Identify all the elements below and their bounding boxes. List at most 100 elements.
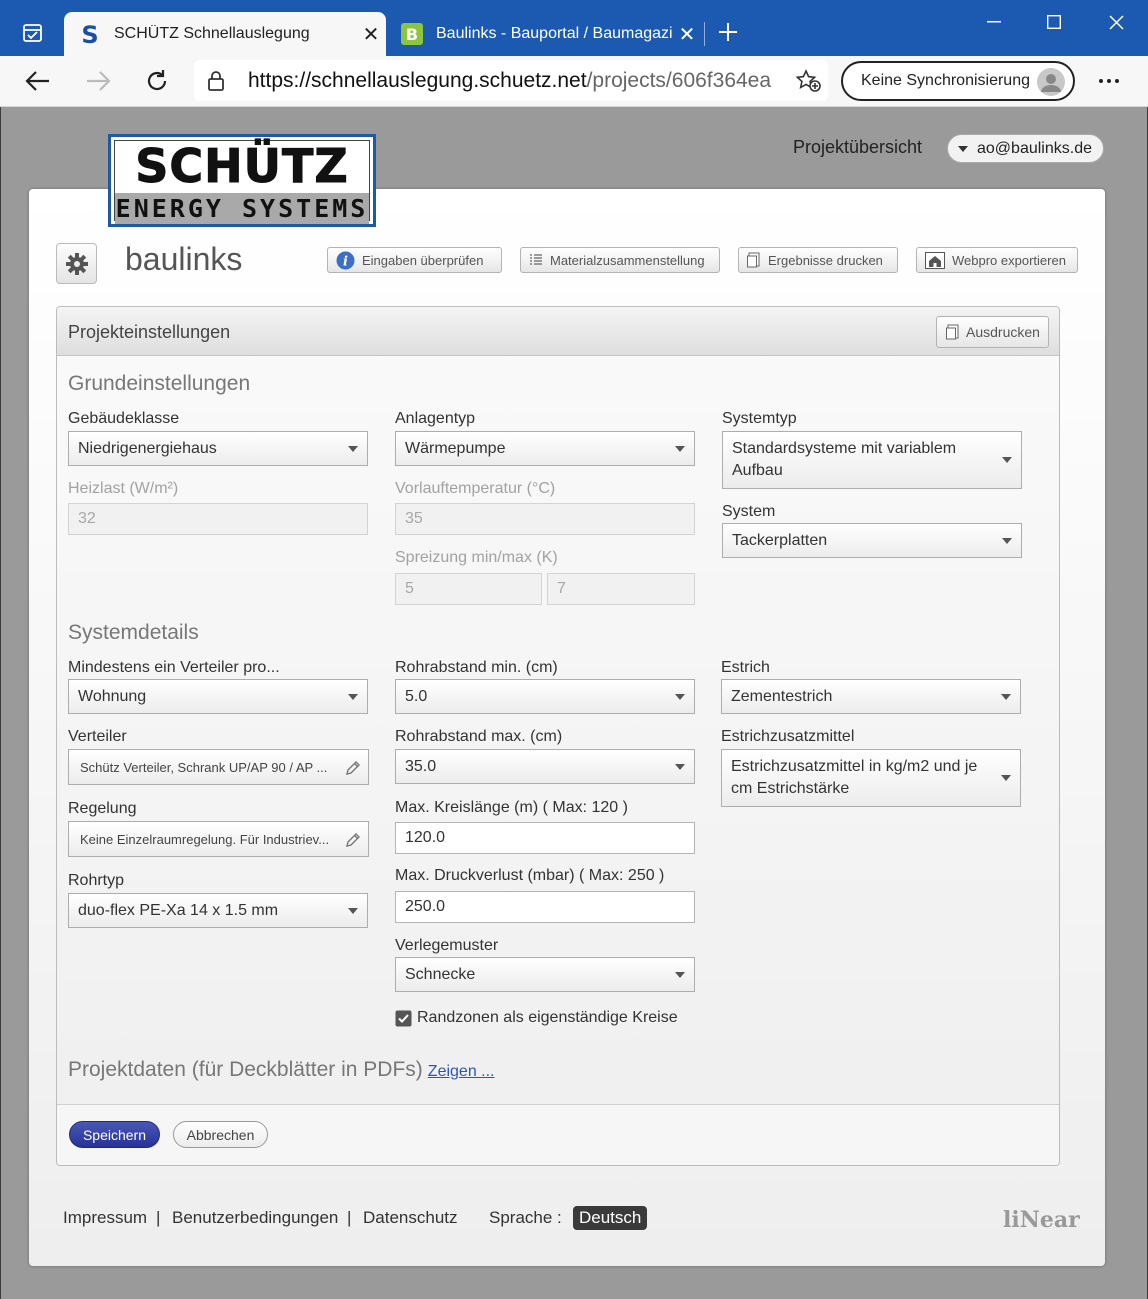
logo-subline: ENERGY SYSTEMS <box>115 193 369 224</box>
pressure-loss-label: Max. Druckverlust (mbar) ( Max: 250 ) <box>395 867 665 884</box>
pipe-type-select[interactable]: duo-flex PE-Xa 14 x 1.5 mm <box>68 893 368 928</box>
laying-pattern-select[interactable]: Schnecke <box>395 957 695 992</box>
additive-select[interactable]: Estrichzusatzmittel in kg/m2 und je cm E… <box>721 749 1021 807</box>
print-button[interactable]: Ausdrucken <box>936 316 1049 348</box>
baulinks-favicon-icon: B <box>400 22 424 46</box>
dropdown-arrow-icon <box>1002 537 1012 544</box>
footer-separator: | <box>156 1208 161 1227</box>
language-selector[interactable]: Deutsch <box>573 1206 648 1230</box>
dropdown-arrow-icon <box>348 445 358 452</box>
flow-temp-label: Vorlauftemperatur (°C) <box>395 480 556 497</box>
back-icon[interactable] <box>24 68 52 94</box>
language-label: Sprache : <box>489 1208 562 1227</box>
export-house-icon <box>925 251 945 269</box>
logo-wordmark: SCHÜTZ <box>135 139 349 193</box>
building-class-select[interactable]: Niedrigenergiehaus <box>68 431 368 466</box>
project-name: baulinks <box>125 241 243 277</box>
more-menu-icon[interactable] <box>1098 70 1120 92</box>
footer-separator: | <box>347 1208 352 1227</box>
plant-type-label: Anlagentyp <box>395 410 476 427</box>
browser-titlebar: S SCHÜTZ Schnellauslegung ✕ B Baulinks -… <box>0 0 1148 56</box>
screed-select[interactable]: Zementestrich <box>721 679 1021 714</box>
dropdown-arrow-icon <box>675 763 685 770</box>
svg-text:B: B <box>406 25 418 44</box>
project-settings-panel: Projekteinstellungen Ausdrucken Grundein… <box>56 306 1060 1166</box>
new-tab-icon[interactable] <box>716 20 740 44</box>
imprint-link[interactable]: Impressum <box>63 1208 147 1228</box>
user-menu-button[interactable]: ao@baulinks.de <box>947 134 1104 163</box>
tab-actions-icon[interactable] <box>22 22 44 44</box>
cancel-button[interactable]: Abbrechen <box>173 1121 268 1148</box>
minimize-icon[interactable] <box>974 8 1014 36</box>
control-label: Regelung <box>68 800 137 817</box>
sync-label: Keine Synchronisierung <box>861 72 1030 89</box>
distributor-label: Verteiler <box>68 728 127 745</box>
pipe-min-label: Rohrabstand min. (cm) <box>395 659 558 676</box>
dropdown-arrow-icon <box>348 693 358 700</box>
url-text: https://schnellauslegung.schuetz.net/pro… <box>248 68 772 92</box>
section-heading-project-data: Projektdaten (für Deckblätter in PDFs) <box>68 1058 423 1081</box>
edge-zones-label: Randzonen als eigenständige Kreise <box>417 1009 678 1026</box>
pipe-max-label: Rohrabstand max. (cm) <box>395 728 563 745</box>
schuetz-logo[interactable]: SCHÜTZ ENERGY SYSTEMS <box>108 134 376 227</box>
dropdown-arrow-icon <box>1001 693 1011 700</box>
gear-icon <box>65 252 88 275</box>
system-select[interactable]: Tackerplatten <box>722 523 1022 558</box>
reload-icon[interactable] <box>143 67 171 95</box>
distributor-per-label: Mindestens ein Verteiler pro... <box>68 659 280 676</box>
address-bar[interactable]: https://schnellauslegung.schuetz.net/pro… <box>194 60 828 101</box>
panel-title: Projekteinstellungen <box>68 322 231 342</box>
building-class-label: Gebäudeklasse <box>68 410 180 427</box>
settings-gear-button[interactable] <box>56 243 97 284</box>
control-picker[interactable]: Keine Einzelraumregelung. Für Industriev… <box>68 821 369 857</box>
edge-zones-checkbox-row[interactable]: Randzonen als eigenständige Kreise <box>395 1009 678 1027</box>
system-label: System <box>722 503 776 520</box>
privacy-link[interactable]: Datenschutz <box>363 1208 458 1228</box>
close-window-icon[interactable] <box>1096 8 1136 36</box>
panel-header: Projekteinstellungen Ausdrucken <box>57 307 1059 356</box>
schuetz-favicon-icon: S <box>78 22 102 46</box>
section-heading-basic: Grundeinstellungen <box>68 372 251 395</box>
close-tab-icon[interactable]: ✕ <box>672 22 702 47</box>
edge-zones-checkbox[interactable] <box>395 1010 412 1027</box>
pipe-min-select[interactable]: 5.0 <box>395 679 695 714</box>
show-project-data-link[interactable]: Zeigen ... <box>428 1063 495 1081</box>
info-icon: i <box>336 251 355 269</box>
plant-type-select[interactable]: Wärmepumpe <box>395 431 695 466</box>
dropdown-arrow-icon <box>675 445 685 452</box>
forward-icon <box>84 68 112 94</box>
project-overview-link[interactable]: Projektübersicht <box>793 137 922 158</box>
dropdown-arrow-icon <box>348 907 358 914</box>
check-inputs-button[interactable]: i Eingaben überprüfen <box>327 247 502 273</box>
lock-icon[interactable] <box>194 70 238 92</box>
save-button[interactable]: Speichern <box>69 1121 160 1148</box>
pressure-loss-input[interactable]: 250.0 <box>395 891 695 923</box>
screed-label: Estrich <box>721 659 770 676</box>
materials-button[interactable]: Materialzusammenstellung <box>520 247 720 273</box>
distributor-per-select[interactable]: Wohnung <box>68 679 368 714</box>
maximize-icon[interactable] <box>1034 8 1074 36</box>
system-type-select[interactable]: Standardsysteme mit variablem Aufbau <box>722 431 1022 489</box>
laying-pattern-label: Verlegemuster <box>395 937 499 954</box>
terms-link[interactable]: Benutzerbedingungen <box>172 1208 338 1228</box>
print-results-button[interactable]: Ergebnisse drucken <box>738 247 898 273</box>
tab-schuetz[interactable]: S SCHÜTZ Schnellauslegung ✕ <box>64 12 386 56</box>
sync-button[interactable]: Keine Synchronisierung <box>841 61 1075 101</box>
pencil-icon <box>346 833 360 847</box>
linear-logo[interactable]: liNear <box>1003 1207 1080 1233</box>
dropdown-arrow-icon <box>675 971 685 978</box>
tab-title: SCHÜTZ Schnellauslegung <box>114 25 310 42</box>
dropdown-arrow-icon <box>1001 775 1011 781</box>
tab-baulinks[interactable]: B Baulinks - Bauportal / Baumagazin ✕ <box>386 12 702 56</box>
flow-temp-input: 35 <box>395 503 695 535</box>
pencil-icon <box>346 761 360 775</box>
pipe-max-select[interactable]: 35.0 <box>395 749 695 784</box>
favorite-star-icon[interactable] <box>788 68 828 93</box>
spread-max-input: 7 <box>547 573 695 605</box>
close-tab-icon[interactable]: ✕ <box>356 22 386 47</box>
circuit-length-input[interactable]: 120.0 <box>395 822 695 854</box>
document-icon <box>747 252 760 268</box>
spread-label: Spreizung min/max (K) <box>395 549 558 566</box>
distributor-picker[interactable]: Schütz Verteiler, Schrank UP/AP 90 / AP … <box>68 749 369 785</box>
export-webpro-button[interactable]: Webpro exportieren <box>916 247 1078 273</box>
